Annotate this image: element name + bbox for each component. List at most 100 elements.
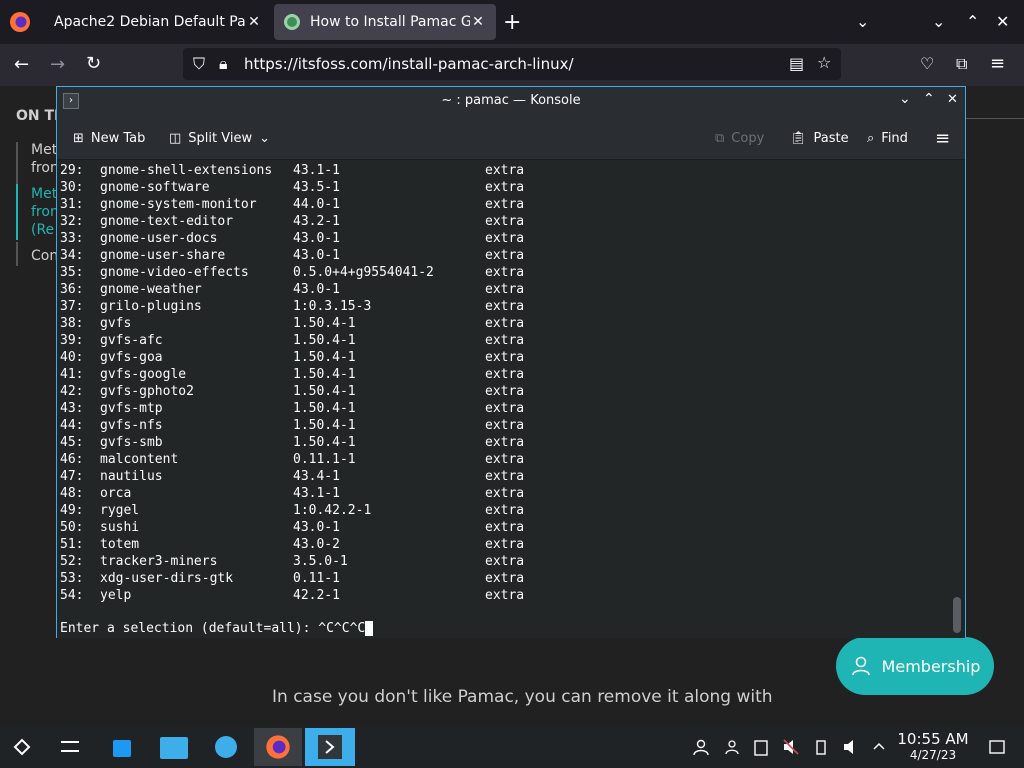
tab-pamac[interactable]: How to Install Pamac GUI for Arch Linux … [274, 4, 496, 40]
package-version: 43.0-2 [293, 537, 340, 552]
package-version: 1.50.4-1 [293, 350, 356, 365]
firefox-task[interactable] [254, 728, 302, 766]
firefox-icon[interactable] [8, 10, 32, 34]
package-name: gnome-user-docs [100, 231, 218, 246]
close-icon[interactable]: ✕ [470, 14, 486, 30]
scrollbar-thumb[interactable] [953, 597, 961, 633]
speaker-muted-icon[interactable] [782, 738, 800, 756]
package-repo: extra [485, 435, 525, 450]
tab-apache[interactable]: Apache2 Debian Default Page ✕ [44, 4, 272, 40]
toc-divider [16, 242, 18, 266]
package-version: 1.50.4-1 [293, 367, 356, 382]
new-tab-button[interactable]: ⊞ New Tab [73, 117, 145, 160]
lock-icon[interactable]: 🔒︎ [219, 54, 228, 74]
package-repo: extra [485, 588, 525, 603]
package-name: gvfs-google [100, 367, 187, 382]
tab-title: How to Install Pamac GUI for Arch Linux [310, 14, 470, 30]
package-number: 29: [60, 163, 84, 178]
close-icon[interactable]: ✕ [947, 92, 958, 107]
toc-item-active[interactable]: Met [31, 185, 57, 203]
split-view-button[interactable]: ◫ Split View ⌄ [169, 117, 270, 160]
konsole-icon [318, 735, 342, 759]
forward-icon[interactable]: → [50, 54, 65, 75]
package-name: gvfs-mtp [100, 401, 163, 416]
user-switch-icon[interactable] [724, 738, 742, 756]
package-version: 43.1-1 [293, 486, 340, 501]
close-icon[interactable]: ✕ [246, 14, 262, 30]
toc-item-active[interactable]: (Re [31, 221, 54, 239]
system-settings-icon[interactable] [52, 731, 88, 763]
hamburger-menu-icon[interactable]: ≡ [935, 117, 950, 160]
package-number: 42: [60, 384, 84, 399]
terminal-output[interactable]: 29: gnome-shell-extensions 43.1-1 extra 30: g… [57, 161, 965, 638]
package-name: sushi [100, 520, 140, 535]
url-bar[interactable]: ⛉ 🔒︎ https://itsfoss.com/install-pamac-a… [183, 48, 841, 80]
app-launcher-icon[interactable] [4, 731, 40, 763]
package-repo: extra [485, 503, 525, 518]
package-version: 1.50.4-1 [293, 384, 356, 399]
package-name: gnome-video-effects [100, 265, 249, 280]
chevron-down-icon[interactable]: ⌄ [856, 12, 869, 31]
paste-label: Paste [813, 131, 849, 146]
package-version: 44.0-1 [293, 197, 340, 212]
file-manager-icon[interactable] [156, 731, 192, 763]
konsole-task[interactable] [305, 728, 355, 766]
taskbar: 10:55 AM 4/27/23 [0, 726, 1024, 768]
itsfoss-icon [284, 14, 300, 30]
clipboard-icon[interactable] [752, 738, 770, 756]
package-number: 39: [60, 333, 84, 348]
clock-time: 10:55 AM [897, 730, 969, 748]
package-version: 1:0.42.2-1 [293, 503, 372, 518]
membership-button[interactable]: Membership [836, 637, 994, 695]
new-tab-label: New Tab [90, 131, 146, 146]
reload-icon[interactable]: ↻ [86, 53, 101, 74]
prompt-text: Enter a selection (default=all): ^C^C^C [60, 621, 366, 636]
minimize-icon[interactable]: ⌄ [932, 12, 945, 31]
package-number: 36: [60, 282, 84, 297]
shield-icon[interactable]: ⛉ [193, 54, 205, 74]
discover-store-icon[interactable] [104, 731, 140, 763]
package-repo: extra [485, 418, 525, 433]
package-version: 0.11.1-1 [293, 452, 356, 467]
menu-icon[interactable]: ≡ [990, 53, 1005, 74]
package-repo: extra [485, 265, 525, 280]
pocket-icon[interactable]: ♡ [920, 54, 934, 73]
web-browser-icon[interactable] [208, 731, 244, 763]
chevron-up-icon[interactable] [870, 738, 888, 756]
close-window-icon[interactable]: ✕ [996, 12, 1009, 31]
url-text[interactable]: https://itsfoss.com/install-pamac-arch-l… [244, 55, 574, 73]
konsole-window[interactable]: › ~ : pamac — Konsole ⌄ ⌃ ✕ ⊞ New Tab ◫ … [56, 86, 966, 638]
extensions-icon[interactable]: ⧉ [956, 54, 967, 74]
copy-button[interactable]: ⧉ Copy [715, 117, 764, 160]
bookmark-star-icon[interactable]: ☆ [817, 53, 831, 72]
konsole-title-bar[interactable]: › ~ : pamac — Konsole ⌄ ⌃ ✕ [57, 87, 965, 117]
package-repo: extra [485, 316, 525, 331]
package-name: tracker3-miners [100, 554, 218, 569]
terminal-prompt[interactable]: Enter a selection (default=all): ^C^C^C [60, 620, 374, 637]
package-name: yelp [100, 588, 132, 603]
user-icon[interactable] [692, 738, 710, 756]
clock[interactable]: 10:55 AM 4/27/23 [896, 730, 970, 763]
package-version: 43.0-1 [293, 231, 340, 246]
package-repo: extra [485, 197, 525, 212]
package-repo: extra [485, 537, 525, 552]
show-desktop-icon[interactable] [988, 738, 1006, 756]
find-button[interactable]: ⌕ Find [867, 117, 908, 160]
package-number: 44: [60, 418, 84, 433]
divider [966, 118, 1024, 119]
new-tab-plus-icon[interactable]: + [503, 10, 521, 35]
maximize-icon[interactable]: ⌃ [966, 12, 979, 31]
battery-icon[interactable] [812, 738, 830, 756]
back-icon[interactable]: ← [14, 54, 29, 75]
toc-divider [16, 142, 18, 186]
paste-button[interactable]: 📋︎ Paste [790, 117, 849, 160]
toc-item[interactable]: Met [31, 141, 57, 159]
window-title: ~ : pamac — Konsole [441, 93, 581, 108]
volume-icon[interactable] [842, 738, 860, 756]
toc-item[interactable]: Con [31, 247, 58, 265]
package-number: 51: [60, 537, 84, 552]
reader-view-icon[interactable]: ▤ [789, 54, 804, 73]
minimize-icon[interactable]: ⌄ [899, 91, 911, 107]
maximize-icon[interactable]: ⌃ [923, 91, 935, 107]
package-name: gvfs-goa [100, 350, 163, 365]
